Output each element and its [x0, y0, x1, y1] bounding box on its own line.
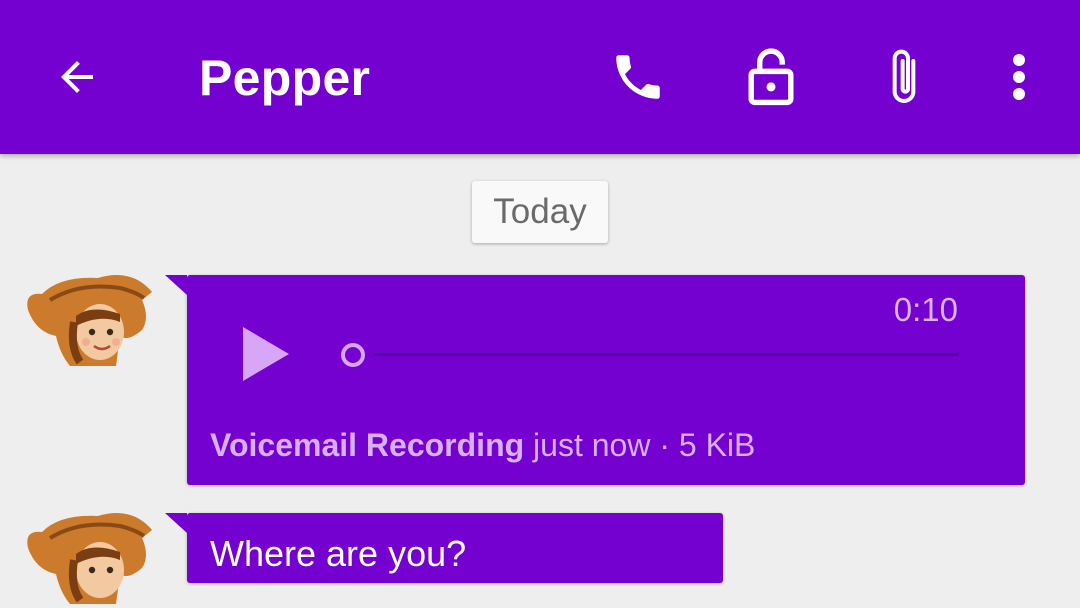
phone-icon	[616, 55, 660, 99]
message-details: just now · 5 KiB	[533, 427, 756, 463]
avatar-image	[27, 275, 152, 366]
contact-avatar[interactable]	[20, 508, 158, 608]
contact-avatar[interactable]	[20, 270, 158, 370]
encryption-button[interactable]	[733, 39, 809, 115]
bubble-tail	[165, 275, 187, 295]
overflow-menu-button[interactable]	[981, 39, 1057, 115]
conversation-title: Pepper	[199, 50, 371, 106]
audio-duration: 0:10	[893, 291, 958, 328]
back-button[interactable]	[39, 39, 115, 115]
avatar-image	[27, 513, 152, 604]
more-vert-icon	[1013, 54, 1025, 100]
app-toolbar: Pepper	[0, 0, 1080, 154]
call-button[interactable]	[600, 39, 676, 115]
lock-open-icon	[748, 48, 794, 106]
arrow-back-icon	[61, 61, 93, 93]
attachment-name: Voicemail Recording	[210, 427, 525, 463]
message-text: Where are you?	[210, 533, 467, 574]
voicemail-message-bubble[interactable]: 0:10 Voicemail Recording just now · 5 Ki…	[165, 275, 1025, 485]
bubble-tail	[165, 513, 187, 533]
audio-seek-thumb[interactable]	[341, 343, 365, 367]
audio-seek-track[interactable]	[373, 353, 959, 356]
play-icon[interactable]	[243, 327, 289, 381]
paperclip-icon	[892, 49, 916, 103]
attach-button[interactable]	[866, 39, 942, 115]
date-separator: Today	[472, 181, 608, 243]
message-meta: Voicemail Recording just now · 5 KiB	[210, 427, 755, 464]
text-message-bubble[interactable]: Where are you?	[165, 513, 723, 583]
